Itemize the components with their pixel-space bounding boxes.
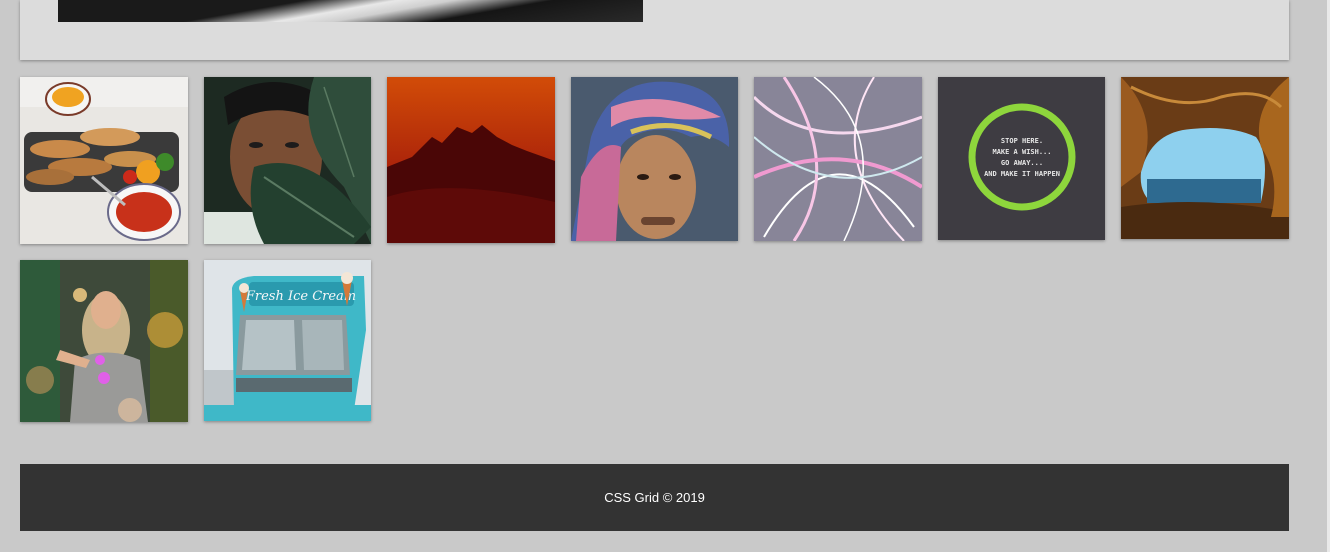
footer: CSS Grid © 2019: [20, 464, 1289, 531]
gallery-image-stop-here-sign[interactable]: STOP HERE. MAKE A WISH... GO AWAY... AND…: [938, 77, 1105, 240]
footer-copyright: CSS Grid © 2019: [604, 490, 705, 505]
hero-image[interactable]: [58, 0, 643, 22]
sign-line-2: MAKE A WISH...: [992, 148, 1051, 156]
sign-line-3: GO AWAY...: [1001, 159, 1043, 167]
sea-cave-photo: [1121, 77, 1289, 239]
gallery-image-ice-cream-truck[interactable]: Fresh Ice Cream: [204, 260, 371, 421]
light-trails-photo: [754, 77, 922, 241]
stop-here-sign-photo: STOP HERE. MAKE A WISH... GO AWAY... AND…: [938, 77, 1105, 240]
gallery-image-red-desert[interactable]: [387, 77, 555, 243]
gallery-image-man-headscarf[interactable]: [571, 77, 738, 241]
header-card: [20, 0, 1289, 60]
gallery-image-woman-sparkler[interactable]: [20, 260, 188, 422]
gallery-image-sea-cave[interactable]: [1121, 77, 1289, 239]
sign-line-1: STOP HERE.: [1001, 137, 1043, 145]
woman-sparkler-photo: [20, 260, 188, 422]
man-headscarf-photo: [571, 77, 738, 241]
page: STOP HERE. MAKE A WISH... GO AWAY... AND…: [0, 0, 1330, 552]
gallery-image-tacos[interactable]: [20, 77, 188, 244]
gallery-image-light-trails[interactable]: [754, 77, 922, 241]
ice-cream-truck-photo: Fresh Ice Cream: [204, 260, 371, 421]
sign-line-4: AND MAKE IT HAPPEN: [984, 170, 1060, 178]
truck-sign: Fresh Ice Cream: [245, 289, 356, 304]
woman-leaf-photo: [204, 77, 371, 244]
tacos-photo: [20, 77, 188, 244]
gallery-image-woman-leaf[interactable]: [204, 77, 371, 244]
red-desert-photo: [387, 77, 555, 243]
